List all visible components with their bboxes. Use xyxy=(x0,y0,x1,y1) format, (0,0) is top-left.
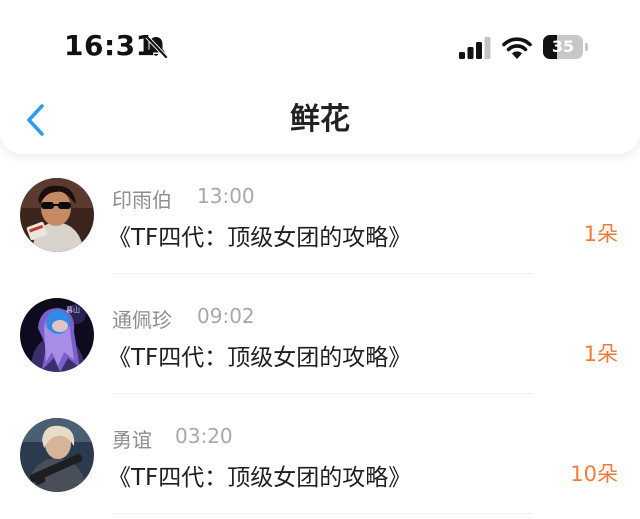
flower-count: 1朵 xyxy=(583,342,618,366)
nav-bar: 鲜花 xyxy=(0,90,640,154)
divider xyxy=(112,513,532,514)
battery-level: 35 xyxy=(551,37,575,56)
avatar xyxy=(20,178,94,252)
svg-text:暮山: 暮山 xyxy=(66,305,80,314)
list-item[interactable]: 暮山 通佩珍 09:02 《TF四代：顶级女团的攻略》 1朵 xyxy=(0,274,640,394)
cellular-signal-icon xyxy=(459,37,491,59)
status-time: 16:31 xyxy=(64,29,156,62)
page-title: 鲜花 xyxy=(290,102,350,137)
status-bar: 16:31 35 xyxy=(0,0,640,90)
wifi-icon xyxy=(502,37,532,59)
book-title: 《TF四代：顶级女团的攻略》 xyxy=(108,345,412,371)
flower-count: 10朵 xyxy=(570,462,618,486)
sender-name: 通佩珍 xyxy=(112,308,172,332)
sent-time: 13:00 xyxy=(197,184,255,208)
list-item[interactable]: 勇谊 03:20 《TF四代：顶级女团的攻略》 10朵 xyxy=(0,394,640,514)
sent-time: 09:02 xyxy=(197,304,255,328)
header: 16:31 35 鲜花 xyxy=(0,0,640,154)
sender-name: 印雨伯 xyxy=(112,188,172,212)
bell-slash-icon xyxy=(145,35,168,59)
list-item[interactable]: 印雨伯 13:00 《TF四代：顶级女团的攻略》 1朵 xyxy=(0,154,640,274)
sender-name: 勇谊 xyxy=(112,428,152,452)
flower-list: 印雨伯 13:00 《TF四代：顶级女团的攻略》 1朵 暮山 通佩珍 09:02… xyxy=(0,154,640,514)
book-title: 《TF四代：顶级女团的攻略》 xyxy=(108,225,412,251)
battery-icon: 35 xyxy=(543,35,589,59)
avatar xyxy=(20,418,94,492)
avatar: 暮山 xyxy=(20,298,94,372)
book-title: 《TF四代：顶级女团的攻略》 xyxy=(108,465,412,491)
sent-time: 03:20 xyxy=(175,424,233,448)
flower-count: 1朵 xyxy=(583,222,618,246)
